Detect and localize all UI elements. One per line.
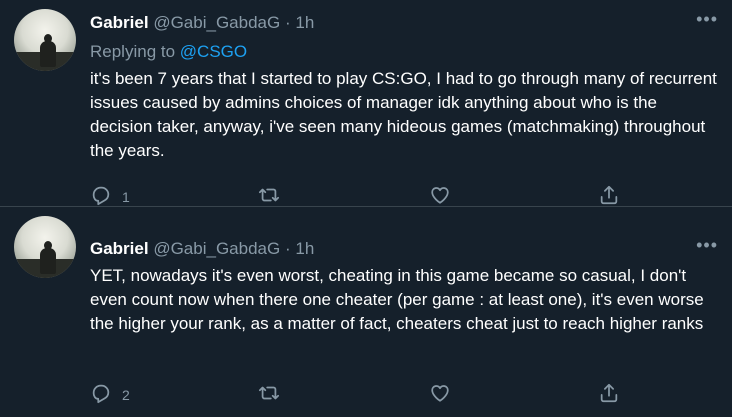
separator: · — [284, 13, 291, 32]
author-name[interactable]: Gabriel — [90, 239, 149, 258]
like-icon — [429, 184, 451, 209]
reply-button[interactable]: 2 — [90, 382, 130, 407]
share-icon — [598, 184, 620, 209]
tweet-header: Gabriel @Gabi_GabdaG · 1h — [90, 12, 710, 34]
like-icon — [429, 382, 451, 407]
avatar[interactable] — [14, 9, 76, 71]
retweet-icon — [258, 382, 280, 407]
tweet-1[interactable]: Gabriel @Gabi_GabdaG · 1h ••• Replying t… — [0, 0, 732, 207]
tweet-2[interactable]: Gabriel @Gabi_GabdaG · 1h ••• YET, nowad… — [0, 207, 732, 417]
reply-count: 1 — [122, 188, 130, 205]
tweet-header: Gabriel @Gabi_GabdaG · 1h — [90, 238, 710, 260]
like-button[interactable] — [429, 382, 451, 407]
share-button[interactable] — [598, 382, 620, 407]
retweet-button[interactable] — [258, 184, 280, 209]
retweet-icon — [258, 184, 280, 209]
reply-count: 2 — [122, 386, 130, 403]
reply-icon — [90, 184, 112, 209]
retweet-button[interactable] — [258, 382, 280, 407]
tweet-actions: 1 — [90, 184, 632, 208]
avatar[interactable] — [14, 216, 76, 278]
share-icon — [598, 382, 620, 407]
author-handle[interactable]: @Gabi_GabdaG — [153, 13, 280, 32]
reply-icon — [90, 382, 112, 407]
tweet-actions: 2 — [90, 382, 632, 406]
more-options-icon[interactable]: ••• — [696, 9, 718, 30]
tweet-text: YET, nowadays it's even worst, cheating … — [90, 266, 704, 333]
share-button[interactable] — [598, 184, 620, 209]
separator: · — [284, 239, 291, 258]
like-button[interactable] — [429, 184, 451, 209]
more-options-icon[interactable]: ••• — [696, 235, 718, 256]
author-name[interactable]: Gabriel — [90, 13, 149, 32]
replying-to-prefix: Replying to — [90, 42, 180, 61]
tweet-text: it's been 7 years that I started to play… — [90, 69, 717, 160]
replying-to: Replying to @CSGO — [90, 41, 247, 63]
mention-link[interactable]: @CSGO — [180, 42, 247, 61]
author-handle[interactable]: @Gabi_GabdaG — [153, 239, 280, 258]
reply-button[interactable]: 1 — [90, 184, 130, 209]
tweet-time[interactable]: 1h — [295, 239, 314, 258]
tweet-time[interactable]: 1h — [295, 13, 314, 32]
